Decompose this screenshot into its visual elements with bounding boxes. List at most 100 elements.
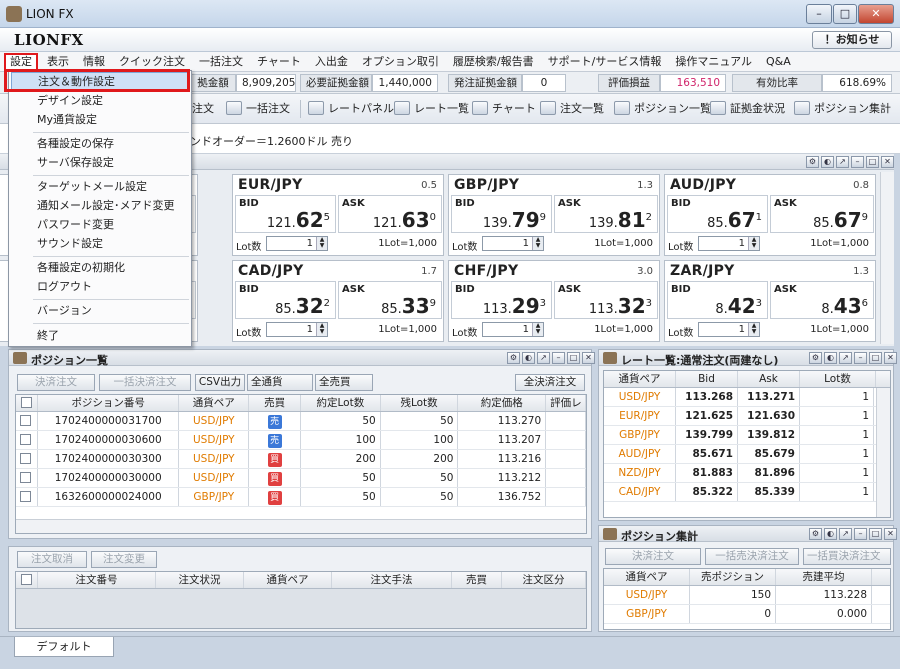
summary-row[interactable]: GBP/JPY 0 0.000: [604, 605, 890, 624]
lot-stepper[interactable]: ▲ ▼: [748, 323, 759, 336]
ask-button[interactable]: ASK 113.323: [554, 281, 658, 319]
close-icon[interactable]: ✕: [582, 352, 595, 364]
bid-button[interactable]: BID 121.625: [235, 195, 336, 233]
rate-list-scrollbar[interactable]: [876, 388, 890, 517]
notice-button[interactable]: ！お知らせ: [812, 31, 892, 49]
table-row[interactable]: 1702400000030000 USD/JPY 買 50 50 113.212: [16, 469, 586, 488]
maximize-icon[interactable]: □: [866, 156, 879, 168]
select-all-checkbox[interactable]: [16, 395, 38, 411]
row-checkbox[interactable]: [16, 488, 38, 506]
maximize-icon[interactable]: □: [869, 352, 882, 364]
menu-item-logout[interactable]: ログアウト: [11, 278, 189, 296]
menu-deposit[interactable]: 入出金: [308, 52, 355, 72]
position-grid-scrollbar[interactable]: [16, 519, 586, 533]
bid-button[interactable]: BID 139.799: [451, 195, 552, 233]
popout-icon[interactable]: ↗: [537, 352, 550, 364]
palette-icon[interactable]: ◐: [824, 352, 837, 364]
ask-button[interactable]: ASK 8.436: [770, 281, 874, 319]
lot-stepper[interactable]: ▲ ▼: [532, 237, 543, 250]
ask[interactable]: 121.630: [738, 407, 800, 425]
menu-settings[interactable]: 設定: [4, 52, 38, 71]
minimize-icon[interactable]: –: [552, 352, 565, 364]
bid[interactable]: 139.799: [676, 426, 738, 444]
bid-button[interactable]: BID 85.671: [667, 195, 768, 233]
ask[interactable]: 139.812: [738, 426, 800, 444]
palette-icon[interactable]: ◐: [824, 528, 837, 540]
menu-item-exit[interactable]: 終了: [11, 327, 189, 345]
select-all-checkbox[interactable]: [16, 572, 38, 588]
row-checkbox[interactable]: [16, 450, 38, 468]
modify-order-button[interactable]: 注文変更: [91, 551, 157, 568]
settings-icon[interactable]: ⚙: [809, 528, 822, 540]
side-filter-select[interactable]: 全売買: [315, 374, 373, 391]
table-row[interactable]: 1702400000030600 USD/JPY 売 100 100 113.207: [16, 431, 586, 450]
bid[interactable]: 121.625: [676, 407, 738, 425]
table-row[interactable]: 1632600000024000 GBP/JPY 買 50 50 136.752: [16, 488, 586, 507]
ask[interactable]: 113.271: [738, 388, 800, 406]
ask[interactable]: 81.896: [738, 464, 800, 482]
bid[interactable]: 113.268: [676, 388, 738, 406]
lot-input[interactable]: 1: [800, 483, 874, 501]
maximize-icon[interactable]: □: [567, 352, 580, 364]
close-button[interactable]: ✕: [858, 4, 894, 24]
close-icon[interactable]: ✕: [881, 156, 894, 168]
menu-history[interactable]: 履歴検索/報告書: [446, 52, 541, 72]
popout-icon[interactable]: ↗: [836, 156, 849, 168]
toolbar-rate-panel[interactable]: レートパネル: [308, 100, 394, 118]
bid[interactable]: 85.671: [676, 445, 738, 463]
menu-item-design-settings[interactable]: デザイン設定: [11, 92, 189, 110]
rate-panel-scrollbar[interactable]: [880, 172, 894, 344]
popout-icon[interactable]: ↗: [839, 352, 852, 364]
toolbar-position-summary[interactable]: ポジション集計: [794, 100, 891, 118]
minimize-button[interactable]: –: [806, 4, 832, 24]
minimize-icon[interactable]: –: [854, 352, 867, 364]
table-row[interactable]: 1702400000030300 USD/JPY 買 200 200 113.216: [16, 450, 586, 469]
row-checkbox[interactable]: [16, 469, 38, 487]
bid[interactable]: 81.883: [676, 464, 738, 482]
close-icon[interactable]: ✕: [884, 528, 897, 540]
batch-settle-button[interactable]: 一括決済注文: [99, 374, 191, 391]
rate-list-row[interactable]: USD/JPY 113.268 113.271 1: [604, 388, 890, 407]
bid-button[interactable]: BID 8.423: [667, 281, 768, 319]
lot-input[interactable]: 1: [800, 445, 874, 463]
settings-icon[interactable]: ⚙: [809, 352, 822, 364]
maximize-icon[interactable]: □: [869, 528, 882, 540]
lot-stepper[interactable]: ▲ ▼: [316, 237, 327, 250]
rate-list-row[interactable]: AUD/JPY 85.671 85.679 1: [604, 445, 890, 464]
toolbar-order[interactable]: 注文: [192, 100, 214, 118]
menu-item-reset[interactable]: 各種設定の初期化: [11, 259, 189, 277]
batch-buy-settle-button[interactable]: 一括買決済注文: [803, 548, 891, 565]
minimize-icon[interactable]: –: [854, 528, 867, 540]
bid-button[interactable]: BID 113.293: [451, 281, 552, 319]
close-icon[interactable]: ✕: [884, 352, 897, 364]
table-row[interactable]: 1702400000031700 USD/JPY 売 50 50 113.270: [16, 412, 586, 431]
batch-sell-settle-button[interactable]: 一括売決済注文: [705, 548, 799, 565]
lot-stepper[interactable]: ▲ ▼: [532, 323, 543, 336]
currency-filter-select[interactable]: 全通貨: [247, 374, 313, 391]
tab-default[interactable]: デフォルト: [14, 637, 114, 657]
popout-icon[interactable]: ↗: [839, 528, 852, 540]
csv-export-button[interactable]: CSV出力: [195, 374, 245, 391]
settings-icon[interactable]: ⚙: [507, 352, 520, 364]
settle-order-button[interactable]: 決済注文: [605, 548, 701, 565]
summary-row[interactable]: USD/JPY 150 113.228: [604, 586, 890, 605]
bid-button[interactable]: BID 85.322: [235, 281, 336, 319]
lot-stepper[interactable]: ▲ ▼: [316, 323, 327, 336]
rate-list-row[interactable]: EUR/JPY 121.625 121.630 1: [604, 407, 890, 426]
toolbar-position-list[interactable]: ポジション一覧: [614, 100, 711, 118]
menu-item-sound[interactable]: サウンド設定: [11, 235, 189, 253]
ask[interactable]: 85.679: [738, 445, 800, 463]
toolbar-chart[interactable]: チャート: [472, 100, 536, 118]
settings-icon[interactable]: ⚙: [806, 156, 819, 168]
lot-stepper[interactable]: ▲ ▼: [748, 237, 759, 250]
lot-input[interactable]: 1: [800, 464, 874, 482]
cancel-order-button[interactable]: 注文取消: [17, 551, 87, 568]
menu-batch-order[interactable]: 一括注文: [192, 52, 250, 72]
lot-input[interactable]: 1: [800, 426, 874, 444]
rate-list-row[interactable]: GBP/JPY 139.799 139.812 1: [604, 426, 890, 445]
menu-item-save-settings[interactable]: 各種設定の保存: [11, 135, 189, 153]
row-checkbox[interactable]: [16, 431, 38, 449]
palette-icon[interactable]: ◐: [821, 156, 834, 168]
menu-item-target-mail[interactable]: ターゲットメール設定: [11, 178, 189, 196]
rate-list-row[interactable]: NZD/JPY 81.883 81.896 1: [604, 464, 890, 483]
